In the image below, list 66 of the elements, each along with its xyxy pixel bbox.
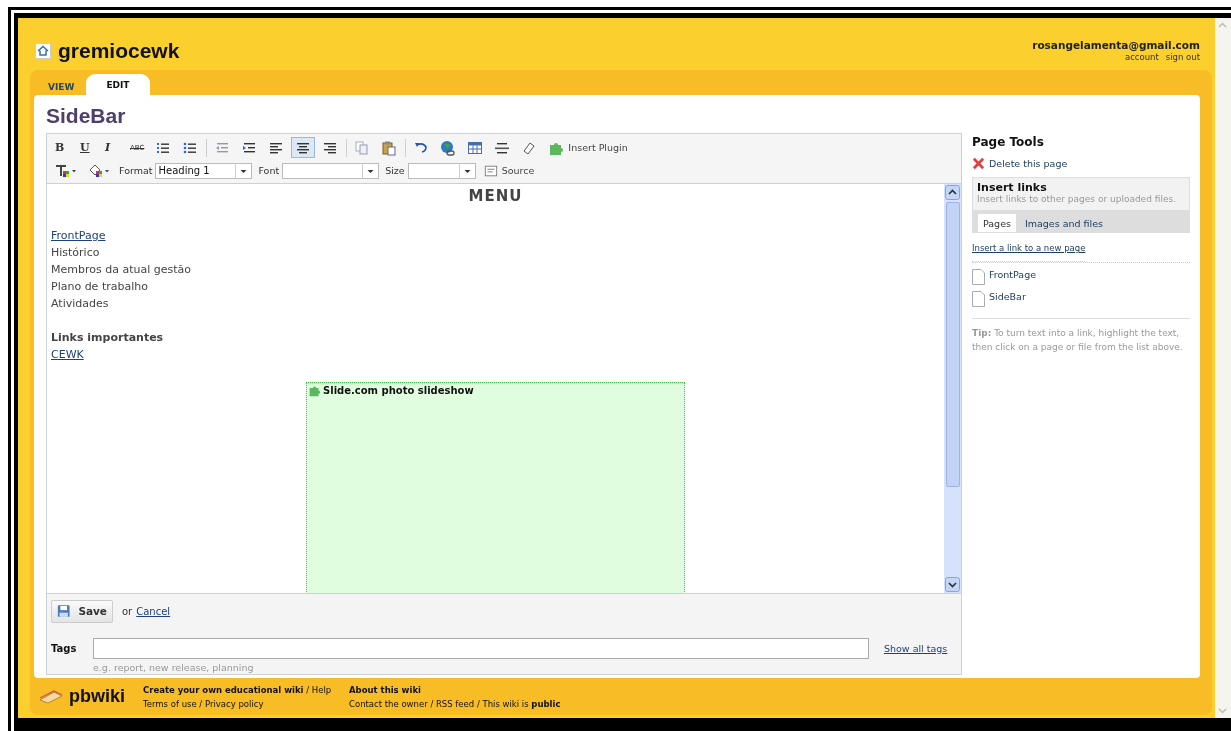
page-icon xyxy=(972,269,985,285)
toolbar-button[interactable]: U xyxy=(76,137,98,158)
insert-links-heading: Insert links xyxy=(976,181,1048,194)
page-list-item[interactable]: FrontPage xyxy=(972,269,1037,291)
select-label: Format xyxy=(119,165,153,176)
toolbar-button[interactable]: I xyxy=(101,137,123,158)
account-link[interactable]: sign out xyxy=(1165,52,1200,62)
or-text: or xyxy=(122,605,133,617)
footer-links[interactable]: Contact the owner / RSS feed / This wiki is public xyxy=(349,696,561,711)
close-icon xyxy=(972,157,985,170)
copy-icon xyxy=(354,139,371,156)
footer-links[interactable]: Create your own educational wiki / Help xyxy=(143,682,349,697)
scroll-thumb[interactable] xyxy=(945,202,960,487)
toolbar-button[interactable]: Insert Plugin xyxy=(544,137,632,158)
globe-icon xyxy=(440,139,457,156)
document-subheading: Links importantes xyxy=(51,331,164,344)
document-text: Plano de trabalho xyxy=(51,280,148,293)
tip-text: Tip: To turn text into a link, highlight the text, then click on a page or file from the list above. xyxy=(972,327,1184,354)
new-page-link[interactable]: Insert a link to a new page xyxy=(972,243,1086,262)
wiki-title[interactable]: gremiocewk xyxy=(58,39,180,63)
document-text: Atividades xyxy=(51,297,109,310)
page-icon xyxy=(972,291,985,307)
table-icon xyxy=(467,139,484,156)
delete-page-link[interactable]: Delete this page xyxy=(972,154,1068,173)
tab[interactable]: Images and files xyxy=(1019,214,1108,232)
user-email: rosangelamenta@gmail.com xyxy=(1032,39,1200,51)
document-link[interactable]: CEWK xyxy=(51,348,84,361)
tags-hint: e.g. report, new release, planning xyxy=(93,662,255,673)
scroll-down-icon[interactable] xyxy=(945,577,960,592)
document-link[interactable]: FrontPage xyxy=(51,229,106,242)
toolbar-button[interactable] xyxy=(291,137,316,158)
page-tools-heading: Page Tools xyxy=(972,135,1045,151)
scroll-up-icon[interactable] xyxy=(945,185,960,200)
select-label: Size xyxy=(385,165,405,176)
account-link[interactable]: account xyxy=(1124,52,1159,62)
tags-label: Tags xyxy=(51,642,78,654)
paste-icon xyxy=(381,139,398,156)
source-button[interactable]: Source xyxy=(479,160,539,181)
home-icon[interactable] xyxy=(35,43,51,59)
page-title: SideBar xyxy=(46,104,127,129)
plugin-title: Slide.com photo slideshow xyxy=(323,385,474,396)
puzzle-icon xyxy=(308,384,321,397)
document-text: Histórico xyxy=(51,246,100,259)
select-label: Font xyxy=(258,165,280,176)
save-button[interactable]: Save xyxy=(51,599,113,623)
document-text: Membros da atual gestão xyxy=(51,263,191,276)
document-icon xyxy=(483,163,498,178)
brand-name[interactable]: pbwiki xyxy=(69,686,125,707)
show-all-tags-link[interactable]: Show all tags xyxy=(884,642,948,654)
tab[interactable]: Pages xyxy=(978,214,1016,232)
plugin-placeholder[interactable]: Slide.com photo slideshow xyxy=(306,382,685,593)
document-heading: MENU xyxy=(467,187,524,207)
insert-links-description: Insert links to other pages or uploaded files. xyxy=(976,194,1177,206)
tags-field[interactable] xyxy=(93,637,869,659)
sandwich-icon xyxy=(39,689,63,704)
scrollbar[interactable] xyxy=(944,184,961,593)
text-color-icon xyxy=(55,162,77,179)
cancel-link[interactable]: Cancel xyxy=(136,605,171,617)
dropdown[interactable]: Heading 1 xyxy=(155,162,253,179)
toolbar-button[interactable]: B xyxy=(51,137,73,158)
tab[interactable]: EDIT xyxy=(86,74,150,95)
paint-bucket-icon xyxy=(88,162,110,179)
footer-links[interactable]: About this wiki xyxy=(349,682,561,697)
footer-links[interactable]: Terms of use / Privacy policy xyxy=(143,696,349,711)
tab[interactable]: VIEW xyxy=(38,78,85,95)
page-list-item[interactable]: SideBar xyxy=(972,291,1026,313)
